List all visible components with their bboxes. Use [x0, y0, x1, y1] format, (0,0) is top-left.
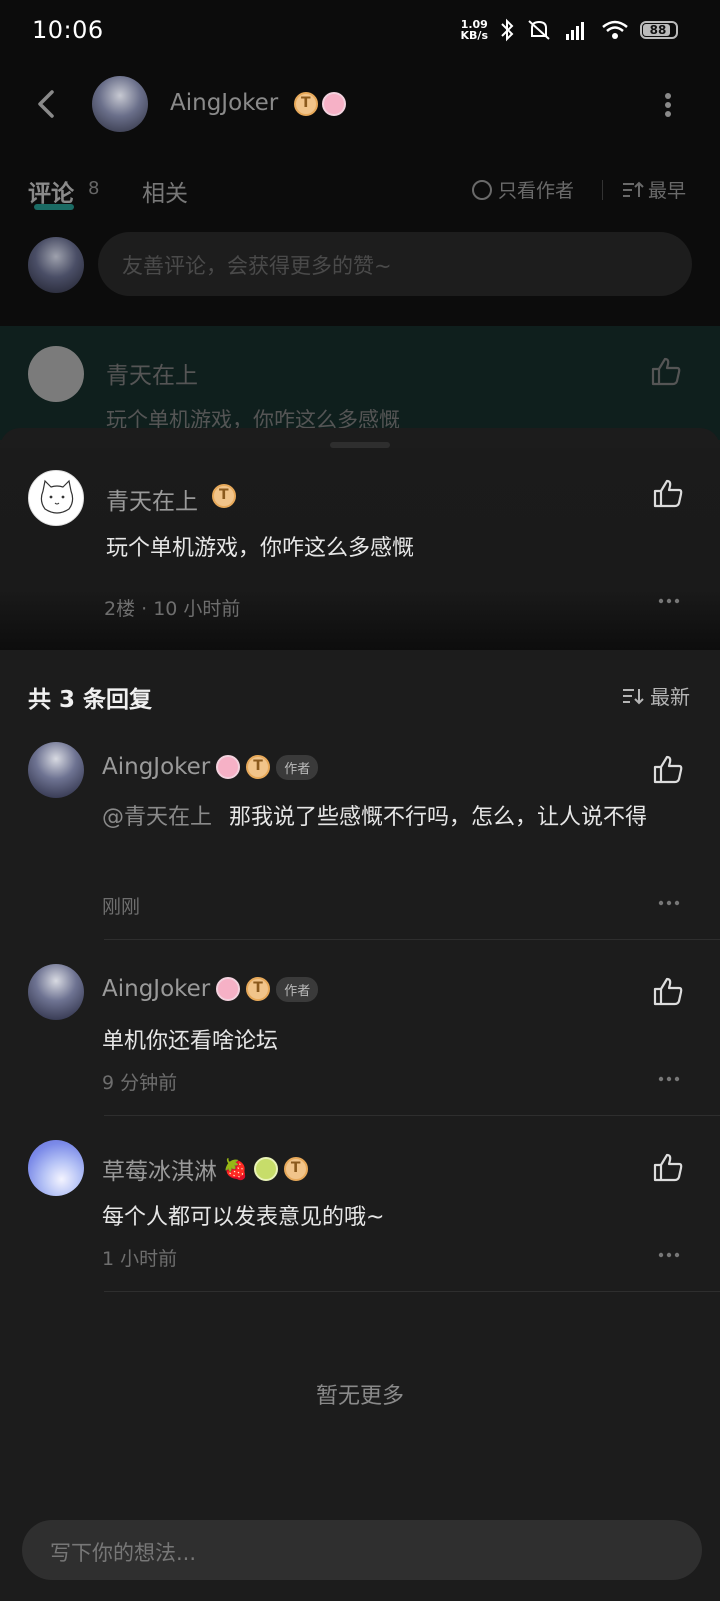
comment-box-row: 友善评论，会获得更多的赞~ [0, 232, 720, 298]
author-name[interactable]: AingJoker [170, 90, 278, 116]
reply-name[interactable]: 草莓冰淇淋 [102, 1152, 217, 1186]
more-horizontal-icon[interactable] [658, 1076, 680, 1082]
cat-avatar-icon [40, 479, 74, 514]
wifi-icon [602, 20, 628, 39]
post-header: AingJoker [0, 70, 720, 140]
comment-tabs: 评论 8 相关 只看作者 最早 [0, 168, 720, 212]
more-horizontal-icon[interactable] [658, 900, 680, 906]
more-vertical-icon[interactable] [664, 92, 672, 118]
back-arrow-icon[interactable] [28, 84, 68, 124]
reply-item: 草莓冰淇淋 🍓 每个人都可以发表意见的哦~ 1 小时前 [0, 1116, 720, 1292]
signal-icon [566, 22, 584, 40]
main-comment-name[interactable]: 青天在上 [106, 482, 198, 516]
mute-icon [528, 20, 550, 40]
background-page: 10:06 1.09 KB/s 88 AingJoker 评论 [0, 0, 720, 440]
background-comment-name: 青天在上 [106, 363, 198, 389]
pink-badge-icon [216, 755, 241, 779]
main-comment-meta: 2楼 · 10 小时前 [104, 598, 241, 620]
thumbs-up-icon [651, 357, 681, 386]
reply-name-row: AingJoker 作者 [102, 754, 319, 780]
strawberry-emoji: 🍓 [223, 1157, 248, 1181]
reply-avatar[interactable] [28, 1140, 84, 1196]
author-tag: 作者 [276, 976, 319, 1002]
reply-name-row: AingJoker 作者 [102, 976, 319, 1002]
sort-icon [623, 688, 644, 704]
reply-name[interactable]: AingJoker [102, 754, 210, 780]
divider [602, 180, 603, 200]
level-badge-icon [283, 1157, 308, 1181]
level-badge-icon [294, 92, 318, 116]
tab-underline [34, 204, 74, 210]
reply-text: 每个人都可以发表意见的哦~ [102, 1205, 385, 1230]
pink-badge-icon [216, 977, 241, 1001]
reply-time: 刚刚 [102, 896, 141, 918]
my-avatar [28, 237, 84, 293]
reply-text: @青天在上 那我说了些感慨不行吗，怎么，让人说不得 [102, 805, 648, 830]
radio-icon [472, 179, 492, 200]
reply-item: AingJoker 作者 单机你还看啥论坛 9 分钟前 [0, 940, 720, 1116]
reply-name[interactable]: AingJoker [102, 976, 210, 1002]
reply-input[interactable]: 写下你的想法... [22, 1520, 702, 1580]
reply-item: AingJoker 作者 @青天在上 那我说了些感慨不行吗，怎么，让人说不得 刚… [0, 740, 720, 940]
status-time: 10:06 [32, 16, 104, 44]
character-badge-icon [253, 1157, 278, 1181]
thumbs-up-icon[interactable] [652, 1152, 684, 1182]
level-badge-icon [212, 484, 236, 508]
sort-earliest-button[interactable]: 最早 [622, 176, 686, 203]
network-speed: 1.09 KB/s [460, 18, 488, 42]
battery-icon: 88 [640, 21, 678, 39]
thumbs-up-icon[interactable] [652, 754, 684, 784]
thumbs-up-icon[interactable] [652, 976, 684, 1006]
only-author-toggle[interactable]: 只看作者 [472, 176, 574, 203]
level-badge-icon [246, 977, 271, 1001]
sort-icon [623, 181, 644, 197]
reply-divider [104, 1291, 720, 1292]
no-more-text: 暂无更多 [315, 1384, 404, 1409]
main-comment: 青天在上 玩个单机游戏，你咋这么多感慨 2楼 · 10 小时前 [0, 448, 720, 650]
comment-count: 8 [88, 178, 100, 199]
main-comment-text: 玩个单机游戏，你咋这么多感慨 [106, 536, 415, 561]
more-horizontal-icon[interactable] [658, 598, 680, 604]
background-comment-avatar [28, 346, 84, 402]
reply-text: 单机你还看啥论坛 [102, 1029, 279, 1054]
thumbs-up-icon[interactable] [652, 478, 684, 508]
reply-name-row: 草莓冰淇淋 🍓 [102, 1152, 308, 1186]
reply-mention[interactable]: @青天在上 [102, 805, 212, 830]
more-horizontal-icon[interactable] [658, 1252, 680, 1258]
author-badges [294, 92, 346, 116]
tab-related[interactable]: 相关 [142, 174, 188, 208]
status-icons: 1.09 KB/s 88 [461, 18, 678, 42]
reply-time: 9 分钟前 [102, 1072, 178, 1094]
reply-avatar[interactable] [28, 742, 84, 798]
reply-avatar[interactable] [28, 964, 84, 1020]
bluetooth-icon [501, 18, 514, 42]
replies-sheet: 青天在上 玩个单机游戏，你咋这么多感慨 2楼 · 10 小时前 共 3 条回复 … [0, 428, 720, 1601]
status-bar: 10:06 1.09 KB/s 88 [0, 0, 720, 62]
author-avatar[interactable] [92, 76, 148, 132]
main-comment-avatar[interactable] [28, 470, 84, 526]
pink-badge-icon [322, 92, 346, 116]
replies-header: 共 3 条回复 最新 [0, 650, 720, 740]
reply-time: 1 小时前 [102, 1248, 178, 1270]
author-tag: 作者 [276, 754, 319, 780]
replies-count-title: 共 3 条回复 [28, 687, 153, 713]
level-badge-icon [246, 755, 271, 779]
tab-comments[interactable]: 评论 [28, 174, 74, 208]
background-comment: 青天在上 玩个单机游戏，你咋这么多感慨 [0, 326, 720, 440]
sort-latest-button[interactable]: 最新 [622, 681, 690, 710]
comment-input[interactable]: 友善评论，会获得更多的赞~ [98, 232, 692, 296]
